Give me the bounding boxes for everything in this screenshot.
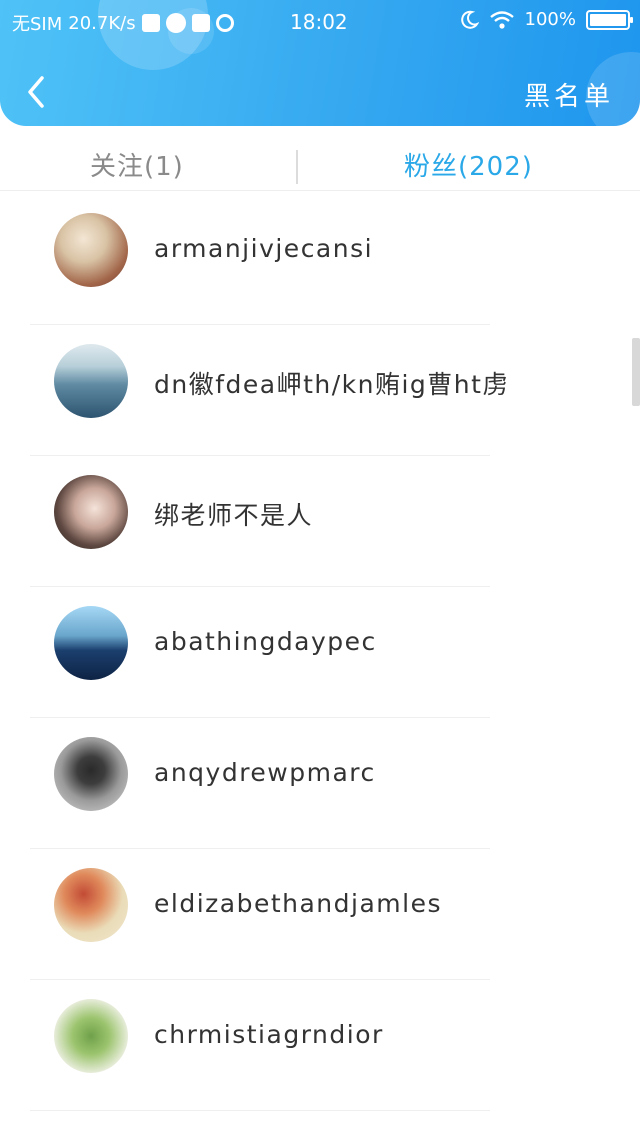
list-item[interactable]: abathingdaypec (0, 587, 640, 718)
username: 绑老师不是人 (154, 501, 314, 530)
chevron-left-icon (28, 76, 44, 108)
carrier-text: 无SIM (12, 14, 63, 35)
tab-following[interactable]: 关注(1) (90, 146, 184, 183)
list-item[interactable]: chrmistiagrndior (0, 980, 640, 1111)
list-item[interactable]: anqydrewpmarc (0, 718, 640, 849)
tab-bar: 关注(1) 粉丝(202) (0, 134, 640, 194)
battery-percent: 100% (524, 9, 576, 30)
username: chrmistiagrndior (154, 1020, 384, 1049)
avatar[interactable] (54, 737, 128, 811)
scrollbar[interactable] (632, 338, 640, 406)
username: anqydrewpmarc (154, 758, 376, 787)
battery-icon (586, 9, 633, 30)
username: armanjivjecansi (154, 234, 374, 263)
list-item[interactable]: 绑老师不是人 (0, 456, 640, 587)
network-speed: 20.7K/s (68, 12, 136, 34)
username: eldizabethandjamles (154, 889, 442, 918)
list-item[interactable]: eldizabethandjamles (0, 849, 640, 980)
check-notification-icon (141, 14, 160, 32)
list-item[interactable]: dn徽fdea岬th/kn贿ig曹ht虏 (0, 325, 640, 456)
status-bar: 无SIM 20.7K/s 18:02 100% (0, 0, 640, 42)
divider (30, 1110, 490, 1111)
username: dn徽fdea岬th/kn贿ig曹ht虏 (154, 370, 509, 399)
fans-list: armanjivjecansi dn徽fdea岬th/kn贿ig曹ht虏 绑老师… (0, 194, 640, 1111)
list-item[interactable]: armanjivjecansi (0, 194, 640, 325)
avatar[interactable] (54, 344, 128, 418)
username: abathingdaypec (154, 627, 377, 656)
app-header: 无SIM 20.7K/s 18:02 100% 黑名单 (0, 0, 640, 126)
app-notification-icon (215, 14, 234, 32)
blacklist-button[interactable]: 黑名单 (524, 76, 614, 113)
back-button[interactable] (18, 72, 58, 112)
avatar[interactable] (54, 606, 128, 680)
tab-divider (296, 150, 298, 184)
wifi-icon (489, 10, 514, 29)
palette-notification-icon (165, 13, 186, 33)
divider (0, 190, 640, 191)
tab-fans[interactable]: 粉丝(202) (404, 146, 533, 183)
avatar[interactable] (54, 868, 128, 942)
avatar[interactable] (54, 213, 128, 287)
clock: 18:02 (290, 10, 348, 34)
avatar[interactable] (54, 999, 128, 1073)
avatar[interactable] (54, 475, 128, 549)
mail-notification-icon (191, 14, 210, 32)
moon-icon (460, 10, 479, 29)
